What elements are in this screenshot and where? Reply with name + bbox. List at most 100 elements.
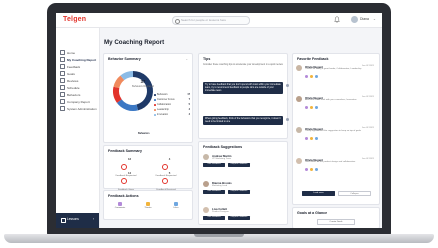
feedback-action-label: Comments xyxy=(114,206,126,209)
suggestion-row: Lisa Collett Product Designer Give Feedb… xyxy=(203,206,283,228)
favorite-feedback-item[interactable]: Olivia Nugent Jun 02 2021 Awesome team w… xyxy=(296,96,374,131)
comments-icon[interactable] xyxy=(305,106,308,109)
app-logo[interactable]: Telgen xyxy=(63,16,86,23)
comments-icon[interactable] xyxy=(305,168,308,171)
user-name[interactable]: Diana xyxy=(360,16,369,23)
tip-bubble: Try to have feedback that you don't spen… xyxy=(203,82,289,94)
behaviors-link[interactable]: Behaviors xyxy=(138,132,150,135)
sidebar-item-label: Schedule xyxy=(67,85,80,90)
feedback-icon xyxy=(60,64,65,69)
notification-bell-icon[interactable] xyxy=(334,16,340,23)
send-icon[interactable] xyxy=(286,118,289,121)
suggestion-row: Andrew Martin VP Marketing Team Give Fee… xyxy=(203,153,283,180)
thanks-icon[interactable] xyxy=(310,168,313,171)
search-input[interactable]: Search for people or lessons here xyxy=(172,16,250,25)
donut-center-label: Behaviors Displayed xyxy=(132,85,154,88)
likes-icon[interactable] xyxy=(315,106,318,109)
give-feedback-button[interactable]: Give Feedback xyxy=(203,163,225,167)
favorite-feedback-card: Favorite Feedback Olivia Nugent Jun 02 2… xyxy=(292,53,380,205)
feedback-requested-icon xyxy=(161,164,168,170)
favorite-text: Great ideas on the product design and co… xyxy=(305,161,356,164)
suggestion-row: Dianna Brooks Marketing Lead Give Feedba… xyxy=(203,180,283,207)
likes-icon xyxy=(174,202,178,206)
sidebar-item-feedback[interactable]: Feedback xyxy=(60,64,80,69)
favorite-feedback-title: Favorite Feedback xyxy=(297,57,329,61)
company-report-icon xyxy=(60,99,65,104)
tips-title: Tips xyxy=(203,57,211,61)
legend-value: 17 xyxy=(187,93,190,96)
feedback-action-thanks[interactable]: Thanks xyxy=(136,202,160,209)
request-feedback-button[interactable]: Request Feedback xyxy=(228,163,250,167)
feedback-summary-value: 5 xyxy=(168,171,171,175)
favorite-feedback-item[interactable]: Olivia Nugent Jun 02 2021 I really appre… xyxy=(296,127,374,162)
tips-card: Tips Consider these coaching tips to acc… xyxy=(198,53,289,139)
suggestion-role: Product Designer xyxy=(212,210,229,213)
lessons-icon xyxy=(61,218,66,223)
sidebar-item-schedule[interactable]: Schedule xyxy=(60,85,80,90)
behavior-donut-chart xyxy=(113,71,153,111)
home-icon xyxy=(60,50,65,55)
chevron-down-icon[interactable]: ⌄ xyxy=(373,16,376,23)
collapse-button[interactable]: Collapse xyxy=(338,191,371,196)
request-feedback-button[interactable]: Request Feedback xyxy=(228,216,250,220)
sidebar-item-home[interactable]: Home xyxy=(60,50,75,55)
legend-row: Innovation 4 xyxy=(154,113,190,117)
user-avatar[interactable] xyxy=(351,16,358,23)
legend-label: Behaviors xyxy=(157,93,168,96)
legend-label: Innovation xyxy=(157,113,169,116)
reaction-icons xyxy=(305,168,318,171)
thanks-icon[interactable] xyxy=(310,137,313,140)
load-more-button[interactable]: Load more xyxy=(302,191,335,196)
avatar xyxy=(203,154,209,160)
reaction-icons xyxy=(305,106,318,109)
thanks-icon[interactable] xyxy=(310,106,313,109)
reaction-icons xyxy=(305,137,318,140)
feedback-summary-item[interactable]: 14 Feedback Given xyxy=(112,171,140,191)
thanks-icon[interactable] xyxy=(310,75,313,78)
sidebar-item-label: Company Report xyxy=(67,99,90,104)
give-feedback-button[interactable]: Give Feedback xyxy=(203,190,225,194)
sidebar-item-goals[interactable]: Goals xyxy=(60,71,75,76)
sidebar-item-my-coaching-report[interactable]: My Coaching Report xyxy=(60,57,96,62)
sidebar-item-behaviors[interactable]: Behaviors xyxy=(60,92,80,97)
feedback-actions-title: Feedback Actions xyxy=(108,194,139,198)
sidebar-item-reviews[interactable]: Reviews xyxy=(60,78,78,83)
comments-icon[interactable] xyxy=(305,137,308,140)
create-goals-button[interactable]: Create Goals xyxy=(317,219,355,225)
donut-center-value: 37 xyxy=(140,79,146,84)
likes-icon[interactable] xyxy=(315,75,318,78)
send-icon[interactable] xyxy=(286,84,289,87)
feedback-action-likes[interactable]: Likes xyxy=(164,202,188,209)
favorite-feedback-actions: Load more Collapse xyxy=(296,191,374,196)
app-screen: Telgen Search for people or lessons here… xyxy=(56,13,382,228)
favorite-date: Jun 02 2021 xyxy=(361,158,374,160)
favorite-feedback-item[interactable]: Olivia Nugent Jun 02 2021 Great ideas on… xyxy=(296,158,374,193)
top-bar: Telgen Search for people or lessons here… xyxy=(56,13,382,28)
likes-icon[interactable] xyxy=(315,137,318,140)
lessons-button[interactable]: Lessons › xyxy=(56,213,99,228)
give-feedback-button[interactable]: Give Feedback xyxy=(203,216,225,220)
feedback-summary-item[interactable]: 5 Feedback Received xyxy=(152,171,180,191)
favorite-feedback-item[interactable]: Olivia Nugent Jun 02 2021 Thanks for bei… xyxy=(296,65,374,100)
feedback-actions-card: Feedback Actions Comments Thanks Likes xyxy=(103,190,193,220)
sidebar-item-label: Goals xyxy=(67,71,75,76)
sidebar-item-label: Behaviors xyxy=(67,92,81,97)
chevron-right-icon: › xyxy=(93,217,95,221)
chevron-down-icon[interactable]: ⌄ xyxy=(185,57,188,61)
sidebar-item-company-report[interactable]: Company Report xyxy=(60,99,90,104)
request-feedback-button[interactable]: Request Feedback xyxy=(228,190,250,194)
feedback-suggestions-card: Feedback Suggestions Andrew Martin VP Ma… xyxy=(198,141,288,225)
comments-icon[interactable] xyxy=(305,75,308,78)
feedback-received-icon xyxy=(161,178,168,184)
feedback-given-icon xyxy=(120,178,127,184)
admin-icon xyxy=(60,106,65,111)
legend-value: 5 xyxy=(188,103,190,106)
legend-value: 4 xyxy=(188,113,190,116)
sidebar-item-system-administration[interactable]: System Administration xyxy=(60,106,97,111)
search-placeholder: Search for people or lessons here xyxy=(181,18,227,22)
feedback-action-label: Likes xyxy=(173,206,179,209)
feedback-action-comments[interactable]: Comments xyxy=(108,202,132,209)
search-icon xyxy=(175,18,180,24)
likes-icon[interactable] xyxy=(315,168,318,171)
feedback-requested-icon xyxy=(120,164,127,170)
